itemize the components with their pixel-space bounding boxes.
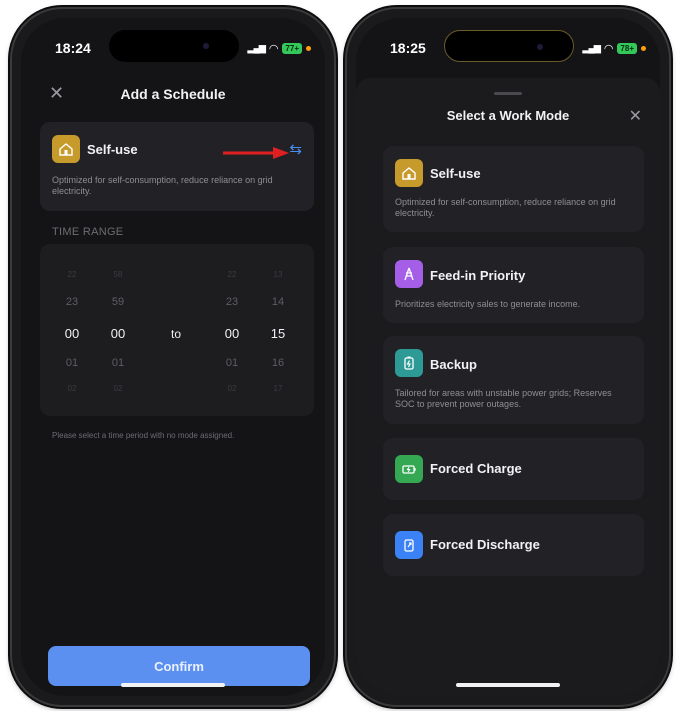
mode-name: Self-use xyxy=(87,142,138,157)
end-minute-option[interactable]: 16 xyxy=(258,357,298,369)
mode-option-forced-discharge[interactable]: Forced Discharge xyxy=(383,514,644,576)
end-minute-selected[interactable]: 15 xyxy=(258,326,298,341)
start-minute-option[interactable]: 01 xyxy=(98,357,138,369)
annotation-arrow-icon xyxy=(223,147,289,159)
end-minute-option[interactable]: 13 xyxy=(258,270,298,279)
mode-name: Forced Charge xyxy=(430,461,522,476)
selected-mode-card[interactable]: Self-use ⇆ Optimized for self-consumptio… xyxy=(40,122,314,211)
mode-name: Backup xyxy=(430,357,477,372)
start-hour-selected[interactable]: 00 xyxy=(52,326,92,341)
status-time: 18:25 xyxy=(390,40,426,56)
start-minute-option[interactable]: 58 xyxy=(98,270,138,279)
house-icon xyxy=(52,135,80,163)
home-indicator[interactable] xyxy=(121,683,225,687)
phone-left: 18:24 ▂▄▆ ◠ 77+ ✕ Add a Schedule Self-us… xyxy=(10,7,336,707)
battery-icon: 77+ xyxy=(282,43,302,54)
range-separator: to xyxy=(170,327,181,341)
dynamic-island xyxy=(444,30,574,62)
mode-description: Prioritizes electricity sales to generat… xyxy=(395,299,581,309)
battery-icon: 78+ xyxy=(617,43,637,54)
end-minute-option[interactable]: 14 xyxy=(258,296,298,308)
mode-option-self-use[interactable]: Self-use Optimized for self-consumption,… xyxy=(383,146,644,232)
house-icon xyxy=(395,159,423,187)
cellular-signal-icon: ▂▄▆ xyxy=(247,43,266,53)
status-icons: ▂▄▆ ◠ 77+ xyxy=(248,42,311,55)
start-minute-selected[interactable]: 00 xyxy=(98,326,138,341)
discharge-icon xyxy=(395,531,423,559)
battery-charge-icon xyxy=(395,455,423,483)
select-work-mode-screen: 18:25 ▂▄▆ ◠ 78+ Select a Work Mode ✕ Sel… xyxy=(356,18,660,696)
sheet-grabber[interactable] xyxy=(494,92,522,95)
time-range-picker[interactable]: 22 23 00 01 02 58 59 00 01 02 to 22 23 0… xyxy=(40,244,314,416)
time-range-label: TIME RANGE xyxy=(52,226,124,238)
mode-option-forced-charge[interactable]: Forced Charge xyxy=(383,438,644,500)
start-hour-option[interactable]: 22 xyxy=(52,270,92,279)
end-minute-option[interactable]: 17 xyxy=(258,384,298,393)
mode-description: Optimized for self-consumption, reduce r… xyxy=(395,197,616,218)
status-icons: ▂▄▆ ◠ 78+ xyxy=(583,42,646,55)
phone-right: 18:25 ▂▄▆ ◠ 78+ Select a Work Mode ✕ Sel… xyxy=(345,7,671,707)
home-indicator[interactable] xyxy=(456,683,560,687)
start-hour-option[interactable]: 02 xyxy=(52,384,92,393)
start-hour-option[interactable]: 01 xyxy=(52,357,92,369)
mode-option-feed-in-priority[interactable]: Feed-in Priority Prioritizes electricity… xyxy=(383,247,644,323)
mode-option-backup[interactable]: Backup Tailored for areas with unstable … xyxy=(383,336,644,424)
mode-name: Self-use xyxy=(430,166,481,181)
confirm-button[interactable]: Confirm xyxy=(48,646,310,686)
mode-name: Feed-in Priority xyxy=(430,268,526,283)
status-time: 18:24 xyxy=(55,40,91,56)
end-hour-option[interactable]: 01 xyxy=(212,357,252,369)
status-bar: 18:24 ▂▄▆ ◠ 77+ xyxy=(21,18,325,64)
mode-description: Tailored for areas with unstable power g… xyxy=(395,388,612,409)
add-schedule-screen: 18:24 ▂▄▆ ◠ 77+ ✕ Add a Schedule Self-us… xyxy=(21,18,325,696)
power-tower-icon xyxy=(395,260,423,288)
swap-arrows-icon[interactable]: ⇆ xyxy=(289,140,302,158)
mode-description: Optimized for self-consumption, reduce r… xyxy=(52,175,273,196)
privacy-indicator-icon xyxy=(306,46,311,51)
backup-battery-icon xyxy=(395,349,423,377)
start-minute-option[interactable]: 59 xyxy=(98,296,138,308)
wifi-icon: ◠ xyxy=(603,43,614,55)
cellular-signal-icon: ▂▄▆ xyxy=(582,43,601,53)
end-hour-option[interactable]: 23 xyxy=(212,296,252,308)
work-mode-sheet: Select a Work Mode ✕ Self-use Optimized … xyxy=(356,78,660,696)
close-icon[interactable]: ✕ xyxy=(629,106,642,126)
status-bar: 18:25 ▂▄▆ ◠ 78+ xyxy=(356,18,660,64)
start-hour-option[interactable]: 23 xyxy=(52,296,92,308)
privacy-indicator-icon xyxy=(641,46,646,51)
dynamic-island xyxy=(109,30,239,62)
end-hour-option[interactable]: 22 xyxy=(212,270,252,279)
mode-name: Forced Discharge xyxy=(430,537,540,552)
time-range-hint: Please select a time period with no mode… xyxy=(52,431,235,440)
wifi-icon: ◠ xyxy=(268,43,279,55)
page-title: Add a Schedule xyxy=(120,86,226,102)
end-hour-option[interactable]: 02 xyxy=(212,384,252,393)
start-minute-option[interactable]: 02 xyxy=(98,384,138,393)
sheet-title: Select a Work Mode xyxy=(446,108,570,123)
end-hour-selected[interactable]: 00 xyxy=(212,326,252,341)
